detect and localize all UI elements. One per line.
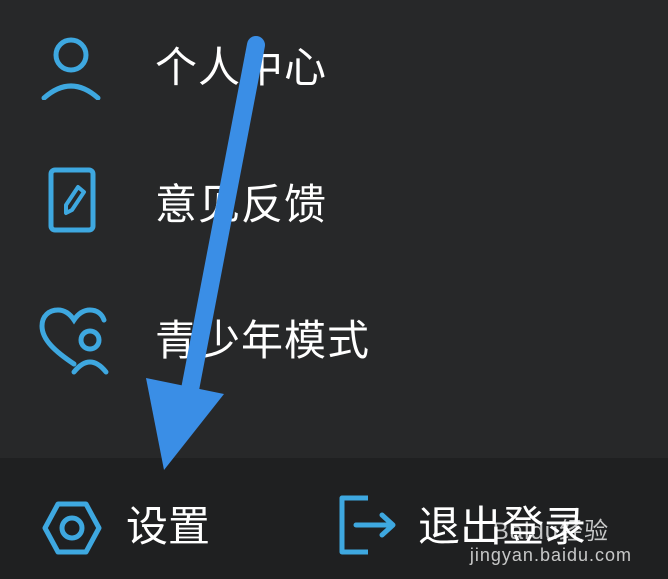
watermark: Baidu经验 jingyan.baidu.com xyxy=(469,518,632,566)
settings-label: 设置 xyxy=(126,502,211,551)
menu-item-label: 个人中心 xyxy=(155,43,328,92)
menu-item-feedback[interactable]: 意见反馈 xyxy=(0,155,668,255)
hexagon-settings-icon xyxy=(42,498,102,558)
menu-item-profile[interactable]: 个人中心 xyxy=(0,18,668,118)
menu-item-label: 青少年模式 xyxy=(155,316,371,365)
feedback-pencil-icon xyxy=(36,167,106,237)
menu-item-label: 意见反馈 xyxy=(155,180,328,229)
watermark-brand: Baidu经验 xyxy=(492,518,610,545)
person-icon xyxy=(36,30,106,101)
menu-item-teen-mode[interactable]: 青少年模式 xyxy=(0,290,668,390)
settings-button[interactable]: 设置 xyxy=(0,458,300,579)
logout-icon xyxy=(338,494,400,556)
watermark-url: jingyan.baidu.com xyxy=(469,545,632,565)
heart-person-icon xyxy=(38,306,109,376)
